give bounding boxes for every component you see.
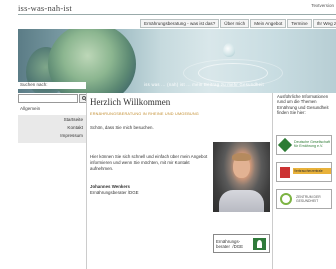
dge-logo-text: Deutsche Gesellschaft für Ernährung e.V. bbox=[294, 140, 330, 149]
tab-ueber-mich[interactable]: Über mich bbox=[220, 19, 250, 28]
info-text: Ausführliche Informationen rund um die T… bbox=[277, 94, 329, 116]
sidebar-item-impressum[interactable]: Impressum bbox=[18, 132, 86, 139]
verbraucherzentrale-logo-icon bbox=[280, 167, 290, 178]
sidebar-section-title: Allgemein bbox=[20, 106, 41, 111]
dge-logo-link[interactable]: Deutsche Gesellschaft für Ernährung e.V. bbox=[276, 135, 332, 155]
title-divider bbox=[18, 14, 336, 15]
banner-water-drop bbox=[223, 43, 235, 57]
zentrum-logo-text: ZENTRUM DER GESUNDHEIT bbox=[296, 195, 321, 204]
body-text: Hier können Sie sich schnell und einfach… bbox=[90, 154, 208, 171]
author-signature: Johannes Wenkers Ernährungsberater /DGE bbox=[90, 184, 139, 196]
tab-ernaehrungsberatung[interactable]: Ernährungsberatung - was ist das? bbox=[140, 19, 220, 28]
sidebar-menu: Startseite Kontakt Impressum bbox=[18, 115, 86, 143]
banner-slogan: iss was ... (nah) ist ... mein Beitrag z… bbox=[144, 82, 264, 87]
verbraucherzentrale-logo-text: Verbraucherzentrale bbox=[293, 168, 331, 174]
author-portrait bbox=[213, 142, 270, 212]
tab-ihr-weg-zu-mir[interactable]: Ihr Weg zu mir bbox=[312, 19, 336, 28]
sidebar-item-startseite[interactable]: Startseite bbox=[18, 116, 86, 123]
portrait-shirt bbox=[219, 190, 264, 212]
sidebar-item-kontakt[interactable]: Kontakt bbox=[18, 124, 86, 131]
tab-mein-angebot[interactable]: Mein Angebot bbox=[250, 19, 287, 28]
sidebar-divider bbox=[86, 93, 87, 269]
dge-logo-icon bbox=[277, 137, 293, 153]
zentrum-logo-icon bbox=[280, 193, 292, 205]
main-nav: Ernährungsberatung - was ist das? Über m… bbox=[140, 19, 336, 28]
portrait-hair bbox=[232, 153, 251, 161]
site-title: iss-was-nah-ist bbox=[18, 3, 72, 13]
search-input[interactable] bbox=[18, 94, 78, 103]
zentrum-gesundheit-logo-link[interactable]: ZENTRUM DER GESUNDHEIT bbox=[276, 189, 332, 209]
intro-text: Schön, dass Sie mich besuchen. bbox=[90, 125, 154, 130]
dge-badge-icon bbox=[253, 238, 266, 250]
page-title: Herzlich Willkommen bbox=[90, 97, 171, 107]
banner-ripple bbox=[198, 63, 268, 83]
page-subtitle: ERNÄHRUNGSBERATUNG IN RHEINE UND UMGEBUN… bbox=[90, 112, 199, 116]
ernaehrungsberater-badge: Ernährungs- berater /DGE bbox=[213, 234, 270, 253]
badge-text: Ernährungs- berater /DGE bbox=[216, 239, 244, 249]
author-title: Ernährungsberater /DGE bbox=[90, 190, 139, 195]
tab-termine[interactable]: Termine bbox=[287, 19, 312, 28]
right-column-divider bbox=[272, 93, 273, 269]
search-label: Suchen nach: bbox=[18, 82, 86, 89]
verbraucherzentrale-logo-link[interactable]: Verbraucherzentrale bbox=[276, 162, 332, 182]
main-content: Herzlich Willkommen ERNÄHRUNGSBERATUNG I… bbox=[90, 97, 270, 130]
textversion-link[interactable]: Textversion bbox=[311, 3, 334, 8]
